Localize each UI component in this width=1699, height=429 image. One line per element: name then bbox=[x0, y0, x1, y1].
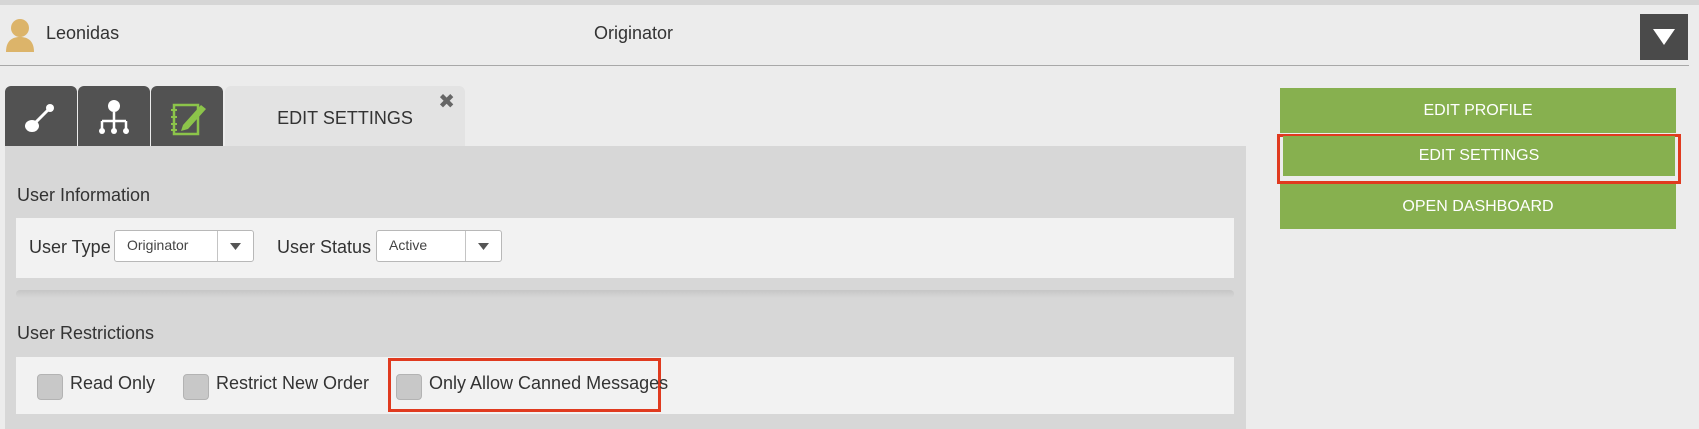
user-information-title: User Information bbox=[17, 185, 151, 205]
caret-down-icon bbox=[1653, 29, 1675, 45]
tab-edit-settings-label: EDIT SETTINGS bbox=[277, 108, 413, 128]
caret-down-icon bbox=[478, 243, 489, 250]
header-divider bbox=[0, 65, 1689, 66]
restrict-new-order-checkbox[interactable] bbox=[183, 374, 209, 400]
restrict-new-order-label[interactable]: Restrict New Order bbox=[216, 373, 369, 394]
edit-notebook-icon bbox=[171, 103, 206, 136]
user-type-select[interactable]: Originator bbox=[114, 230, 254, 262]
edit-settings-button[interactable]: EDIT SETTINGS bbox=[1283, 136, 1675, 176]
close-icon[interactable]: ✖ bbox=[438, 92, 455, 112]
user-restrictions-title: User Restrictions bbox=[17, 323, 155, 343]
hierarchy-icon bbox=[99, 100, 129, 134]
edit-profile-button[interactable]: EDIT PROFILE bbox=[1280, 88, 1676, 133]
only-allow-canned-messages-label[interactable]: Only Allow Canned Messages bbox=[429, 373, 668, 394]
tab-link[interactable] bbox=[5, 86, 77, 146]
open-dashboard-button[interactable]: OPEN DASHBOARD bbox=[1280, 184, 1676, 229]
user-status-label: User Status bbox=[277, 237, 372, 257]
caret-down-icon bbox=[230, 243, 241, 250]
link-icon bbox=[25, 104, 54, 132]
tab-edit-settings[interactable]: EDIT SETTINGS ✖ bbox=[225, 86, 465, 148]
user-status-value: Active bbox=[389, 237, 428, 253]
user-type-label: User Type bbox=[29, 237, 111, 257]
read-only-label[interactable]: Read Only bbox=[70, 373, 155, 394]
user-status-select[interactable]: Active bbox=[376, 230, 502, 262]
header-bar: Leonidas Originator bbox=[0, 5, 1699, 65]
user-icon bbox=[6, 19, 34, 52]
tab-hierarchy[interactable] bbox=[78, 86, 150, 146]
menu-toggle-button[interactable] bbox=[1640, 14, 1688, 60]
user-type-dropdown-toggle[interactable] bbox=[217, 231, 253, 261]
read-only-checkbox[interactable] bbox=[37, 374, 63, 400]
username-label: Leonidas bbox=[46, 23, 120, 43]
tab-edit-notes[interactable] bbox=[151, 86, 223, 146]
only-allow-canned-messages-checkbox[interactable] bbox=[396, 374, 422, 400]
user-type-value: Originator bbox=[127, 237, 189, 253]
user-role-label: Originator bbox=[594, 23, 674, 43]
section-divider bbox=[16, 290, 1234, 298]
user-status-dropdown-toggle[interactable] bbox=[465, 231, 501, 261]
